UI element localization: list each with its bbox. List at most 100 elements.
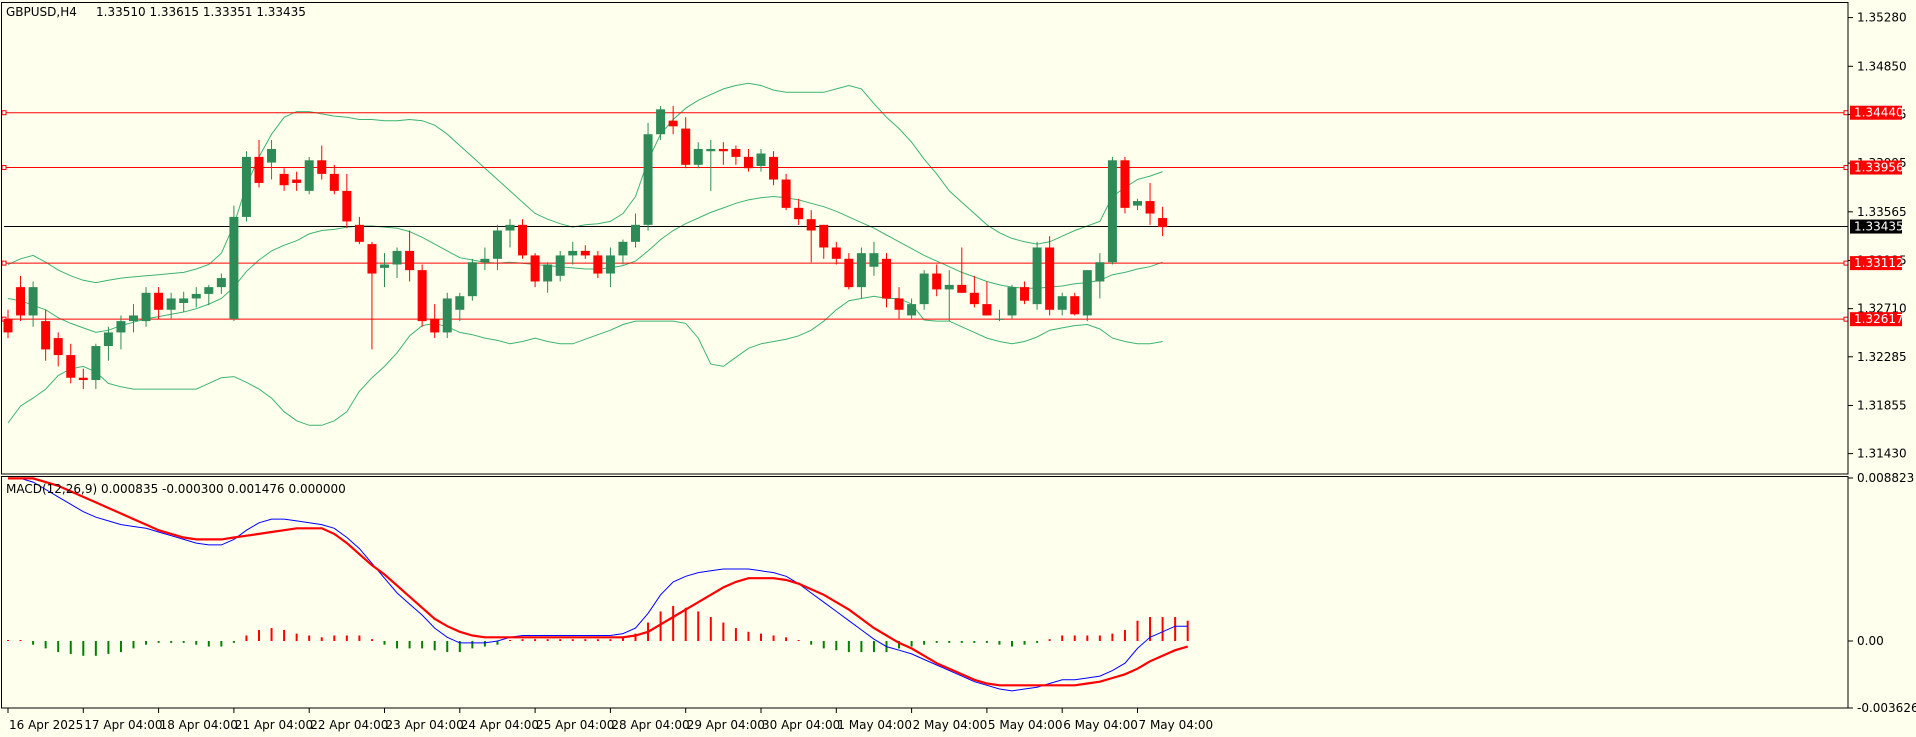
time-tick-label: 5 May 04:00 — [988, 718, 1063, 732]
candle-body — [718, 148, 728, 152]
main-panel-border — [1, 2, 1849, 475]
candle-body — [28, 287, 38, 316]
macd-series-macd — [8, 477, 1188, 692]
level-price-label: 1.33956 — [1854, 161, 1904, 175]
candle-body — [455, 296, 465, 310]
ohlc-readout: 1.33510 1.33615 1.33351 1.33435 — [96, 5, 306, 19]
candle-body — [492, 230, 502, 259]
candle-body — [894, 298, 904, 310]
candle-body — [417, 270, 427, 322]
time-tick-label: 6 May 04:00 — [1063, 718, 1138, 732]
candle-body — [267, 148, 277, 163]
macd-tick-label: 0.008823 — [1857, 471, 1914, 485]
candle-body — [731, 148, 741, 157]
macd-series-signal — [8, 477, 1189, 687]
candle-body — [304, 160, 314, 191]
candle-body — [518, 224, 528, 256]
candle-body — [116, 321, 126, 333]
time-tick-label: 2 May 04:00 — [913, 718, 988, 732]
candle-body — [367, 244, 377, 274]
candle-body — [631, 224, 640, 242]
time-tick-label: 22 Apr 04:00 — [310, 718, 388, 732]
price-tick-label: 1.31855 — [1857, 398, 1907, 412]
candle-body — [78, 377, 88, 380]
candle-body — [794, 207, 804, 220]
candle-body — [141, 292, 151, 322]
level-anchor — [1843, 110, 1849, 116]
price-tick-label: 1.34850 — [1857, 59, 1907, 73]
candle-body — [1007, 287, 1017, 316]
candle-body — [693, 148, 703, 165]
candle-body — [229, 216, 239, 319]
candle-body — [957, 284, 967, 293]
candle-body — [530, 255, 540, 282]
price-axis: 1.352801.348501.344251.339951.335651.331… — [1848, 11, 1916, 715]
candle-body — [1133, 201, 1142, 206]
candle-body — [706, 148, 716, 152]
candle-body — [919, 273, 929, 305]
candle-body — [1120, 160, 1130, 208]
candle-body — [241, 156, 251, 217]
candle-body — [53, 338, 63, 356]
candle-body — [555, 255, 565, 276]
macd-panel-border — [1, 476, 1849, 709]
time-tick-label: 24 Apr 04:00 — [461, 718, 539, 732]
candle-body — [568, 250, 578, 256]
candle-body — [656, 109, 666, 135]
bollinger-lower — [7, 295, 1163, 426]
time-tick-label: 29 Apr 04:00 — [687, 718, 765, 732]
candle-body — [743, 156, 753, 169]
candle-body — [1020, 287, 1030, 301]
time-tick-label: 17 Apr 04:00 — [84, 718, 162, 732]
time-axis: 16 Apr 2025 17 Apr 04:0018 Apr 04:0021 Ap… — [7, 708, 1213, 732]
candle-body — [1082, 270, 1092, 316]
candle-body — [279, 173, 289, 186]
candle-body — [806, 219, 816, 231]
candle-body — [354, 224, 364, 242]
candle-body — [254, 156, 264, 183]
macd-label: MACD(12,26,9) 0.000835 -0.000300 0.00147… — [6, 482, 346, 496]
candle-body — [1045, 247, 1055, 310]
level-price-label: 1.32617 — [1854, 312, 1904, 326]
candle-body — [1145, 201, 1155, 214]
chart-canvas: 1.352801.348501.344251.339951.335651.331… — [1, 2, 1916, 732]
candle-body — [505, 224, 515, 231]
candle-body — [781, 179, 791, 208]
candle-body — [643, 134, 653, 225]
candle-body — [580, 250, 590, 256]
level-anchor — [1, 260, 7, 266]
chart-frame — [1, 2, 1849, 709]
candle-body — [380, 264, 389, 268]
candle-body — [129, 315, 138, 322]
candle-body — [618, 241, 628, 256]
time-tick-label: 16 Apr 2025 — [9, 718, 83, 732]
candle-body — [317, 160, 327, 174]
candle-body — [944, 284, 954, 290]
candle-body — [480, 258, 490, 263]
candle-body — [204, 287, 214, 294]
time-tick-label: 25 Apr 04:00 — [536, 718, 614, 732]
price-tick-label: 1.31430 — [1857, 447, 1907, 461]
candle-body — [668, 120, 678, 127]
candle-body — [342, 190, 352, 222]
level-price-label: 1.33112 — [1854, 256, 1904, 270]
macd-tick-label: 0.00 — [1857, 634, 1884, 648]
candle-body — [819, 224, 829, 248]
candle-body — [179, 298, 189, 303]
candle-body — [405, 250, 415, 271]
candle-body — [1032, 247, 1042, 305]
candles — [3, 105, 1168, 390]
time-tick-label: 18 Apr 04:00 — [160, 718, 238, 732]
time-tick-label: 1 May 04:00 — [837, 718, 912, 732]
candle-body — [932, 273, 942, 290]
level-anchor — [1843, 316, 1849, 322]
price-tick-label: 1.35280 — [1857, 11, 1907, 25]
candle-body — [593, 255, 603, 274]
candle-body — [292, 179, 302, 183]
macd-panel — [7, 477, 1189, 692]
candle-body — [166, 298, 176, 310]
candle-body — [103, 332, 113, 347]
level-price-label: 1.34440 — [1854, 106, 1904, 120]
candle-body — [3, 318, 13, 333]
level-anchor — [1, 110, 7, 116]
